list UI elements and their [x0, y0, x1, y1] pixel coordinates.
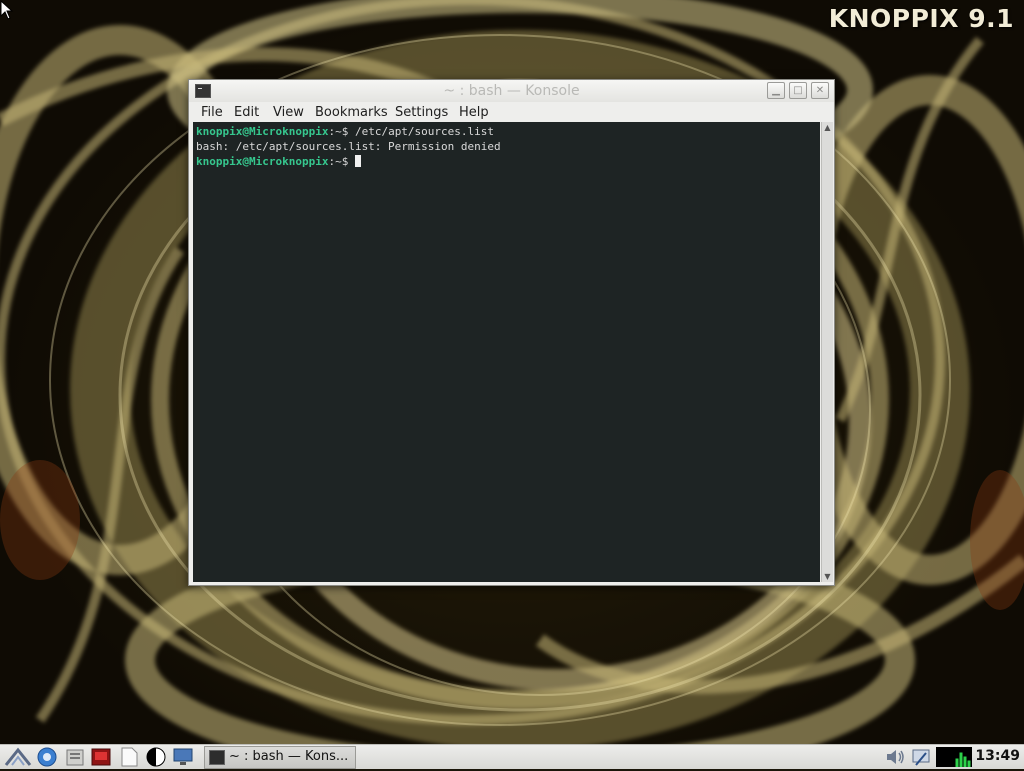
menu-bookmarks[interactable]: Bookmarks	[315, 105, 388, 120]
maximize-button[interactable]: □	[789, 82, 807, 99]
file-manager-icon[interactable]	[64, 747, 86, 767]
brand-watermark: KNOPPIX 9.1	[828, 4, 1014, 33]
konsole-window: ~ : bash — Konsole ▁ □ ✕ File Edit View …	[188, 79, 835, 586]
close-icon: ✕	[815, 85, 825, 96]
command-text: /etc/apt/sources.list	[354, 125, 495, 138]
minimize-button[interactable]: ▁	[767, 82, 785, 99]
minimize-icon: ▁	[772, 85, 780, 96]
document-icon[interactable]	[118, 747, 140, 767]
scroll-up-icon[interactable]: ▲	[822, 122, 833, 133]
terminal-area[interactable]: knoppix@Microknoppix:~$ /etc/apt/sources…	[193, 122, 820, 582]
terminal-line: knoppix@Microknoppix:~$ /etc/apt/sources…	[196, 125, 494, 138]
terminal-line: knoppix@Microknoppix:~$	[196, 155, 361, 168]
task-button-label: ~ : bash — Kons...	[229, 749, 349, 764]
prompt-suffix: :~$	[328, 125, 355, 138]
terminal-scrollbar[interactable]: ▲ ▼	[821, 122, 833, 582]
menu-view[interactable]: View	[273, 105, 304, 120]
menu-bar: File Edit View Bookmarks Settings Help	[189, 102, 834, 122]
start-menu-icon[interactable]	[4, 747, 32, 767]
close-button[interactable]: ✕	[811, 82, 829, 99]
prompt-user-host: knoppix@Microknoppix	[196, 125, 329, 138]
konsole-task-icon	[209, 750, 225, 765]
scroll-down-icon[interactable]: ▼	[822, 571, 833, 582]
menu-help[interactable]: Help	[459, 105, 489, 120]
window-titlebar[interactable]: ~ : bash — Konsole ▁ □ ✕	[189, 80, 834, 102]
terminal-output-line: bash: /etc/apt/sources.list: Permission …	[196, 140, 501, 153]
mouse-pointer-icon	[0, 0, 14, 20]
text-cursor	[354, 155, 361, 167]
network-icon[interactable]	[910, 747, 932, 767]
menu-file[interactable]: File	[201, 105, 223, 120]
cpu-graph[interactable]	[936, 747, 972, 767]
task-button-konsole[interactable]: ~ : bash — Kons...	[204, 746, 356, 769]
prompt-user-host: knoppix@Microknoppix	[196, 155, 329, 168]
volume-icon[interactable]	[884, 747, 908, 767]
window-title: ~ : bash — Konsole	[443, 83, 580, 99]
cpu-graph-bars	[955, 752, 971, 767]
clock[interactable]: 13:49	[975, 748, 1020, 764]
taskbar: ~ : bash — Kons... 13:49	[0, 744, 1024, 769]
browser-icon[interactable]	[36, 747, 58, 767]
terminal-launcher-icon[interactable]	[90, 747, 112, 767]
menu-edit[interactable]: Edit	[234, 105, 259, 120]
prompt-suffix: :~$	[328, 155, 355, 168]
maximize-icon: □	[793, 85, 803, 96]
contrast-icon[interactable]	[144, 747, 168, 767]
monitor-icon[interactable]	[172, 747, 194, 767]
menu-settings[interactable]: Settings	[395, 105, 448, 120]
